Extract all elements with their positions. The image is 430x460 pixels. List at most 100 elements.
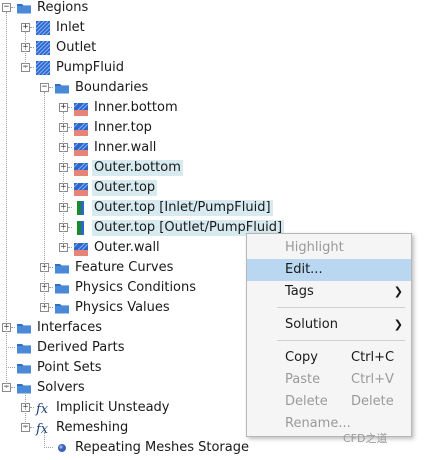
tree-connector: [6, 367, 15, 368]
tree-guide-line: [44, 92, 45, 308]
menu-item-highlight-label: Highlight: [285, 240, 344, 255]
boundary-icon: [73, 140, 89, 156]
boundary-icon: [73, 240, 89, 256]
menu-item-copy-label: Copy: [285, 350, 318, 365]
tree-connector: [68, 167, 72, 168]
tree-node-inlet[interactable]: + Inlet: [0, 18, 430, 38]
menu-separator: [277, 307, 405, 308]
menu-item-rename-label: Rename...: [285, 416, 351, 431]
tree-node-label: Interfaces: [37, 320, 102, 335]
tree-node-inner-top[interactable]: + Inner.top: [0, 118, 430, 138]
tree-node-label: Boundaries: [75, 80, 149, 95]
folder-icon: [54, 80, 70, 96]
menu-item-paste-label: Paste: [285, 372, 321, 387]
tree-node-inner-wall[interactable]: + Inner.wall: [0, 138, 430, 158]
tree-connector: [30, 407, 34, 408]
tree-node-label: Inner.top: [94, 120, 152, 135]
interface-boundary-icon: [73, 220, 89, 236]
tree-node-label: Outer.bottom: [92, 160, 183, 176]
menu-item-delete-label: Delete: [285, 394, 328, 409]
menu-item-paste-shortcut: Ctrl+V: [351, 372, 394, 387]
tree-node-label: Point Sets: [37, 360, 102, 375]
folder-icon: [16, 320, 32, 336]
tree-node-outlet[interactable]: + Outlet: [0, 38, 430, 58]
submenu-arrow-icon: ❯: [393, 285, 403, 298]
tree-node-label: Feature Curves: [75, 260, 174, 275]
expand-toggle-icon[interactable]: +: [59, 103, 68, 112]
menu-item-copy[interactable]: Copy Ctrl+C: [247, 347, 411, 369]
interface-boundary-icon: [73, 200, 89, 216]
tree-connector: [30, 67, 34, 68]
collapse-toggle-icon[interactable]: −: [2, 3, 11, 12]
menu-separator: [277, 340, 405, 341]
tree-connector: [30, 427, 34, 428]
tree-node-label: Remeshing: [56, 420, 129, 435]
tree-connector: [49, 307, 53, 308]
tree-connector: [11, 387, 15, 388]
fx-icon: fx: [35, 420, 51, 437]
folder-icon: [16, 340, 32, 356]
tree-node-label: Physics Conditions: [75, 280, 197, 295]
tree-node-inner-bottom[interactable]: + Inner.bottom: [0, 98, 430, 118]
tree-connector: [68, 247, 72, 248]
tree-connector: [68, 187, 72, 188]
svg-text:fx: fx: [35, 422, 49, 436]
boundary-icon: [73, 100, 89, 116]
submenu-arrow-icon: ❯: [393, 318, 403, 331]
menu-item-paste[interactable]: Paste Ctrl+V: [247, 369, 411, 391]
tree-node-outer-top[interactable]: + Outer.top: [0, 178, 430, 198]
tree-connector: [49, 267, 53, 268]
tree-connector: [44, 447, 53, 448]
tree-node-label: Inlet: [56, 20, 85, 35]
menu-item-solution[interactable]: Solution ❯: [247, 314, 411, 336]
tree-guide-line: [25, 392, 26, 428]
region-icon: [35, 60, 51, 76]
menu-item-tags-label: Tags: [285, 284, 314, 299]
tree-node-label: Outlet: [56, 40, 97, 55]
tree-node-label: PumpFluid: [56, 60, 124, 75]
tree-node-label: Physics Values: [75, 300, 170, 315]
tree-node-regions[interactable]: − Regions: [0, 0, 430, 18]
menu-item-copy-shortcut: Ctrl+C: [351, 350, 395, 365]
folder-icon: [54, 260, 70, 276]
tree-node-label: Inner.wall: [94, 140, 157, 155]
tree-connector: [49, 87, 53, 88]
folder-icon: [16, 0, 32, 16]
tree-node-label: Repeating Meshes Storage: [75, 440, 249, 455]
menu-item-tags[interactable]: Tags ❯: [247, 281, 411, 303]
tree-node-label: Derived Parts: [37, 340, 125, 355]
menu-item-highlight[interactable]: Highlight: [247, 237, 411, 259]
expand-toggle-icon[interactable]: +: [21, 23, 30, 32]
tree-node-outer-top-inlet-pumpfluid[interactable]: + Outer.top [Inlet/PumpFluid]: [0, 198, 430, 218]
boundary-icon: [73, 160, 89, 176]
tree-node-outer-bottom[interactable]: + Outer.bottom: [0, 158, 430, 178]
tree-node-label: Outer.wall: [94, 240, 160, 255]
tree-node-pumpfluid[interactable]: − PumpFluid: [0, 58, 430, 78]
menu-item-delete-shortcut: Delete: [351, 394, 394, 409]
menu-item-edit[interactable]: Edit...: [247, 259, 411, 281]
folder-icon: [16, 360, 32, 376]
tree-connector: [30, 27, 34, 28]
region-icon: [35, 20, 51, 36]
menu-item-delete[interactable]: Delete Delete: [247, 391, 411, 413]
region-icon: [35, 40, 51, 56]
tree-guide-line: [25, 32, 26, 68]
tree-node-label: Solvers: [37, 380, 85, 395]
tree-connector: [6, 347, 15, 348]
tree-connector: [11, 327, 15, 328]
folder-icon: [54, 280, 70, 296]
boundary-icon: [73, 120, 89, 136]
fx-icon: fx: [35, 400, 51, 417]
tree-guide-line: [44, 432, 45, 448]
tree-node-boundaries[interactable]: − Boundaries: [0, 78, 430, 98]
folder-icon: [54, 300, 70, 316]
collapse-toggle-icon[interactable]: −: [40, 83, 49, 92]
tree-node-label: Regions: [37, 0, 89, 15]
tree-guide-line: [6, 12, 7, 388]
tree-connector: [68, 107, 72, 108]
tree-connector: [68, 147, 72, 148]
context-menu: Highlight Edit... Tags ❯ Solution ❯ Copy…: [246, 233, 412, 437]
menu-item-edit-label: Edit...: [285, 262, 323, 277]
tree-node-label: Inner.bottom: [94, 100, 178, 115]
boundary-icon: [73, 180, 89, 196]
